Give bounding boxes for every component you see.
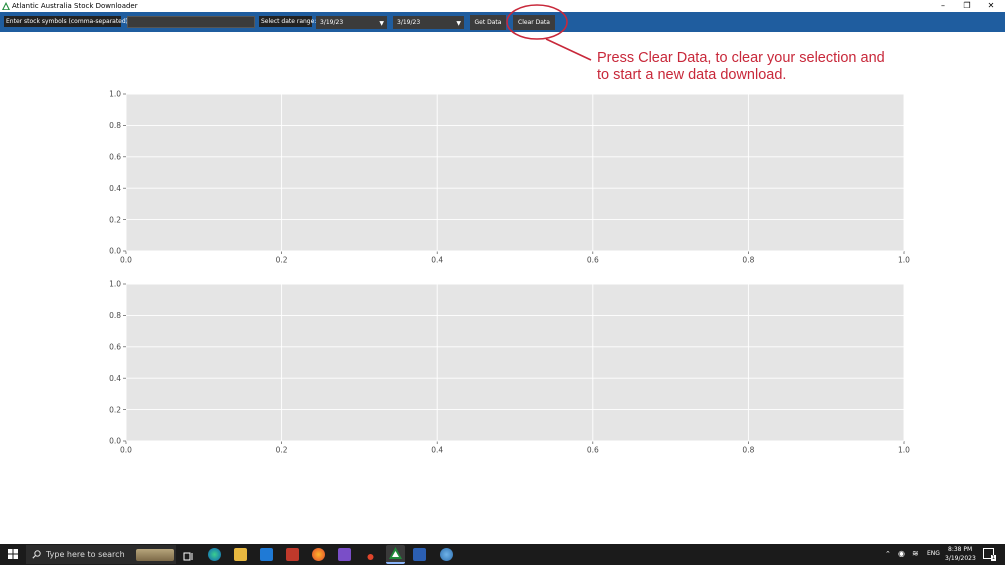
language-indicator[interactable]: ENG <box>927 550 940 557</box>
y-tick-label: 0.8 <box>109 311 121 320</box>
x-tick-label: 0.6 <box>587 256 599 265</box>
visual-studio-icon[interactable] <box>338 548 351 561</box>
y-tick-label: 1.0 <box>109 90 121 99</box>
file-explorer-icon[interactable] <box>234 548 247 561</box>
mail-icon[interactable] <box>260 548 273 561</box>
y-tick-label: 0.0 <box>109 247 121 256</box>
y-tick-label: 0.4 <box>109 184 121 193</box>
plot-background-2 <box>126 284 904 441</box>
x-tick-label: 0.2 <box>276 256 288 265</box>
notification-center-icon[interactable]: 1 <box>983 548 996 561</box>
x-tick-label: 0.8 <box>742 256 754 265</box>
taskbar-search[interactable]: Type here to search <box>26 545 176 564</box>
x-tick-label: 0.0 <box>120 256 132 265</box>
y-tick-label: 0.4 <box>109 374 121 383</box>
y-tick-label: 1.0 <box>109 280 121 289</box>
clock-date[interactable]: 3/19/2023 <box>945 555 976 562</box>
search-icon <box>32 550 41 559</box>
plot-area: 0.0 0.2 0.4 0.6 0.8 1.00.00.20.40.60.81.00.0 0… <box>109 90 910 455</box>
x-tick-label: 0.0 <box>120 446 132 455</box>
plot-background-1 <box>126 94 904 251</box>
search-highlight-image <box>136 549 174 561</box>
clock-time[interactable]: 8:38 PM <box>948 546 972 553</box>
x-tick-label: 1.0 <box>898 256 910 265</box>
chevron-up-icon[interactable]: ⌃ <box>885 550 891 558</box>
taskbar: Type here to search ⌃ ◉ ≋ ENG 8:38 PM 3/… <box>0 544 1005 565</box>
y-tick-label: 0.8 <box>109 121 121 130</box>
y-tick-label: 0.0 <box>109 437 121 446</box>
x-tick-label: 0.4 <box>431 446 443 455</box>
media-icon[interactable] <box>364 548 377 561</box>
x-tick-label: 0.6 <box>587 446 599 455</box>
python-icon[interactable] <box>440 548 453 561</box>
stock-downloader-app-icon[interactable] <box>386 545 405 564</box>
windows-start-icon[interactable] <box>8 549 18 559</box>
y-tick-label: 0.2 <box>109 405 121 414</box>
notification-count: 1 <box>990 555 996 561</box>
task-view-icon[interactable] <box>182 548 195 561</box>
y-tick-label: 0.2 <box>109 215 121 224</box>
wifi-icon[interactable]: ≋ <box>912 549 919 558</box>
x-tick-label: 0.8 <box>742 446 754 455</box>
search-placeholder: Type here to search <box>46 550 125 559</box>
y-tick-label: 0.6 <box>109 343 121 352</box>
y-tick-label: 0.6 <box>109 153 121 162</box>
network-icon[interactable]: ◉ <box>898 549 905 558</box>
firefox-icon[interactable] <box>312 548 325 561</box>
x-tick-label: 0.2 <box>276 446 288 455</box>
word-icon[interactable] <box>413 548 426 561</box>
x-tick-label: 1.0 <box>898 446 910 455</box>
edge-icon[interactable] <box>208 548 221 561</box>
office-icon[interactable] <box>286 548 299 561</box>
x-tick-label: 0.4 <box>431 256 443 265</box>
